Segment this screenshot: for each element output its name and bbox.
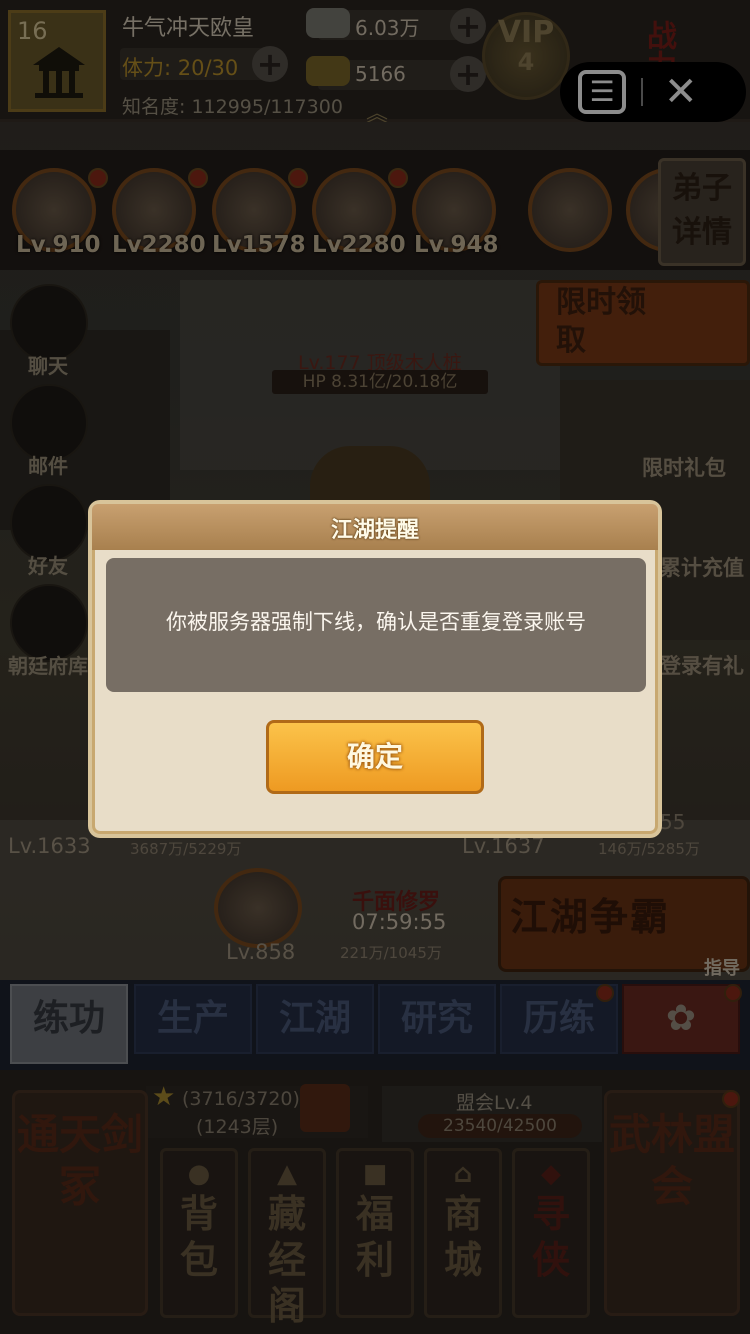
confirm-button[interactable]: 确定 (266, 720, 484, 794)
dialog-message: 你被服务器强制下线，确认是否重复登录账号 (166, 610, 586, 634)
dialog-title: 江湖提醒 (330, 518, 419, 543)
